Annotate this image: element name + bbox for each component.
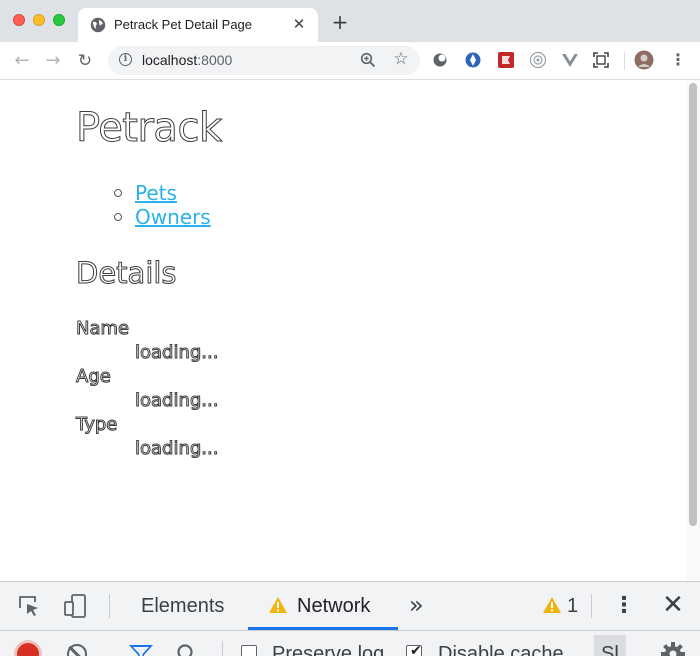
browser-tab[interactable]: Petrack Pet Detail Page ✕ xyxy=(78,8,318,42)
forward-arrow-icon[interactable]: → xyxy=(42,50,64,72)
zoom-icon[interactable] xyxy=(360,52,376,68)
page-scrollbar-thumb[interactable] xyxy=(689,83,697,526)
site-info-icon[interactable]: i xyxy=(119,53,132,66)
record-button[interactable] xyxy=(17,643,39,656)
address-bar[interactable]: i localhost:8000 ☆ xyxy=(108,46,420,75)
page-title: Petrack xyxy=(76,104,222,152)
extension-red-icon[interactable] xyxy=(497,51,515,69)
tab-network[interactable]: Network xyxy=(297,593,370,619)
nav-link-pets[interactable]: Pets xyxy=(135,181,177,205)
nav-link-owners[interactable]: Owners xyxy=(135,205,211,229)
details-list: Name loading... Age loading... Type load… xyxy=(76,317,218,461)
details-heading: Details xyxy=(76,255,177,291)
filter-icon[interactable] xyxy=(128,643,154,656)
checkmark-icon: ✔ xyxy=(410,643,422,656)
device-toolbar-icon[interactable] xyxy=(63,594,87,618)
bullet-icon xyxy=(114,213,122,221)
url-text[interactable]: localhost:8000 xyxy=(142,52,232,68)
new-tab-button[interactable]: + xyxy=(330,12,350,32)
detail-term-age: Age xyxy=(76,365,218,389)
back-arrow-icon[interactable]: ← xyxy=(11,50,33,72)
network-toolbar: Preserve log ✔ Disable cache Sl xyxy=(0,630,700,656)
throttling-select[interactable]: Sl xyxy=(594,635,626,656)
site-nav: Pets Owners xyxy=(112,181,211,229)
browser-menu-icon[interactable]: ⋮ xyxy=(668,50,688,70)
nav-item-pets: Pets xyxy=(112,181,211,205)
detail-term-type: Type xyxy=(76,413,218,437)
preserve-log-checkbox[interactable] xyxy=(241,645,257,656)
window-minimize-button[interactable] xyxy=(33,14,45,26)
devtools-divider xyxy=(591,594,592,618)
browser-titlebar: Petrack Pet Detail Page ✕ + xyxy=(0,0,700,42)
reload-icon[interactable]: ↻ xyxy=(74,50,96,72)
extension-vue-icon[interactable] xyxy=(561,51,579,69)
window-maximize-button[interactable] xyxy=(53,14,65,26)
globe-icon xyxy=(90,17,106,33)
profile-avatar-icon[interactable] xyxy=(634,50,654,70)
tab-elements[interactable]: Elements xyxy=(141,593,224,619)
tab-title: Petrack Pet Detail Page xyxy=(114,17,252,32)
browser-toolbar: ← → ↻ i localhost:8000 ☆ ⋮ xyxy=(0,42,700,80)
devtools-tabbar: Elements Network » 1 ⋮ ✕ xyxy=(0,582,700,630)
devtools-divider xyxy=(109,594,110,618)
warning-icon xyxy=(268,596,288,614)
disable-cache-checkbox[interactable]: ✔ xyxy=(406,645,422,656)
bookmark-star-icon[interactable]: ☆ xyxy=(391,49,411,69)
inspect-element-icon[interactable] xyxy=(17,594,41,618)
window-close-button[interactable] xyxy=(13,14,25,26)
warning-count-icon[interactable] xyxy=(542,596,562,614)
extension-circle-icon[interactable] xyxy=(431,51,449,69)
clear-icon[interactable] xyxy=(67,644,87,656)
extension-blue-icon[interactable] xyxy=(464,51,482,69)
devtools-menu-icon[interactable]: ⋮ xyxy=(613,592,635,620)
detail-value-age: loading... xyxy=(135,389,218,413)
more-tabs-chevron-icon[interactable]: » xyxy=(409,592,424,618)
nav-item-owners: Owners xyxy=(112,205,211,229)
detail-value-name: loading... xyxy=(135,341,218,365)
warning-count[interactable]: 1 xyxy=(567,593,578,619)
bullet-icon xyxy=(114,189,122,197)
url-port: :8000 xyxy=(197,52,232,68)
detail-term-name: Name xyxy=(76,317,218,341)
screenshot-frame-icon[interactable] xyxy=(592,51,610,69)
tab-close-icon[interactable]: ✕ xyxy=(290,15,308,33)
devtools-panel: Elements Network » 1 ⋮ ✕ Preserve log xyxy=(0,581,700,655)
toolbar-divider xyxy=(624,52,625,70)
detail-value-type: loading... xyxy=(135,437,218,461)
search-icon[interactable] xyxy=(176,643,198,656)
devtools-close-icon[interactable]: ✕ xyxy=(660,591,686,619)
url-host: localhost xyxy=(142,52,197,68)
extension-radar-icon[interactable] xyxy=(529,51,547,69)
